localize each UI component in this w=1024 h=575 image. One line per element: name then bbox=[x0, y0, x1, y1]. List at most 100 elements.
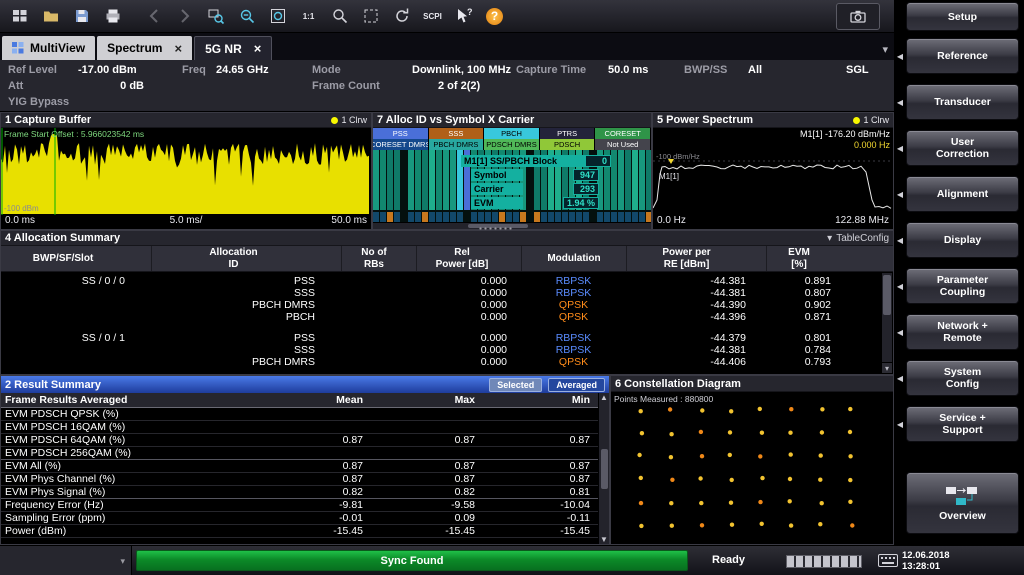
horizontal-scrollbar[interactable] bbox=[373, 222, 651, 229]
allocation-row[interactable]: PBCH DMRS0.000QPSK-44.3900.902 bbox=[1, 299, 893, 311]
softkey-network-remote[interactable]: Network +Remote bbox=[906, 314, 1019, 350]
alloc-id-panel[interactable]: 7 Alloc ID vs Symbol X Carrier PSSSSSPBC… bbox=[372, 112, 652, 230]
scroll-up-icon[interactable]: ▲ bbox=[600, 393, 608, 402]
vertical-scrollbar[interactable]: ▲ ▼ bbox=[598, 393, 609, 544]
power-spectrum-graph[interactable]: M1[1] -176.20 dBm/Hz 0.000 Hz -100 dBm/H… bbox=[653, 128, 893, 215]
cell: SSS bbox=[151, 287, 341, 299]
toolbar-separator bbox=[128, 3, 138, 29]
refresh-icon[interactable] bbox=[386, 3, 417, 29]
status-dropdown[interactable]: ▾ bbox=[0, 546, 132, 575]
constellation-panel[interactable]: 6 Constellation Diagram Points Measured … bbox=[610, 375, 894, 545]
scpi-recorder-icon[interactable]: SCPI bbox=[417, 3, 448, 29]
windows-icon[interactable] bbox=[4, 3, 35, 29]
zoom-out-icon[interactable] bbox=[231, 3, 262, 29]
column-header: AllocationID bbox=[151, 246, 341, 271]
result-row[interactable]: Power (dBm)-15.45-15.45-15.45 bbox=[1, 525, 600, 538]
result-row[interactable]: Sampling Error (ppm)-0.010.09-0.11 bbox=[1, 512, 600, 525]
legend-pbch: PBCH bbox=[484, 128, 540, 139]
allocation-summary-header[interactable]: 4 Allocation Summary ▾ TableConfig bbox=[1, 231, 893, 246]
softkey-reference[interactable]: Reference bbox=[906, 38, 1019, 74]
print-icon[interactable] bbox=[97, 3, 128, 29]
capture-buffer-graph[interactable]: Frame Start Offset : 5.966023542 ms -100… bbox=[1, 128, 371, 215]
carrier-label: Carrier bbox=[471, 183, 523, 195]
softkey-user-correction[interactable]: UserCorrection bbox=[906, 130, 1019, 166]
bwp-value[interactable]: All bbox=[748, 64, 762, 76]
result-max: 0.87 bbox=[369, 434, 481, 446]
softkey-parameter-coupling[interactable]: ParameterCoupling bbox=[906, 268, 1019, 304]
averaged-toggle[interactable]: Averaged bbox=[548, 378, 605, 392]
save-icon[interactable] bbox=[66, 3, 97, 29]
result-row[interactable]: EVM PDSCH 64QAM (%)0.870.870.87 bbox=[1, 434, 600, 447]
att-value[interactable]: 0 dB bbox=[78, 80, 144, 92]
constellation-graph[interactable]: Points Measured : 880800 bbox=[611, 392, 893, 544]
capture-buffer-header[interactable]: 1 Capture Buffer 1 Clrw bbox=[1, 113, 371, 128]
softkey-service-support[interactable]: Service +Support bbox=[906, 406, 1019, 442]
select-frame-icon[interactable] bbox=[355, 3, 386, 29]
allocation-row[interactable]: SS / 0 / 0PSS0.000RBPSK-44.3810.891 bbox=[1, 275, 893, 287]
result-summary-header[interactable]: 2 Result Summary Selected Averaged bbox=[1, 376, 609, 393]
scrollbar-thumb[interactable] bbox=[601, 449, 608, 489]
softkey-overview[interactable]: Overview bbox=[906, 472, 1019, 534]
power-spectrum-header[interactable]: 5 Power Spectrum 1 Clrw bbox=[653, 113, 893, 128]
keyboard-icon[interactable] bbox=[878, 554, 898, 567]
ref-level-value[interactable]: -17.00 dBm bbox=[78, 64, 137, 76]
allocation-summary-panel[interactable]: 4 Allocation Summary ▾ TableConfig BWP/S… bbox=[0, 230, 894, 375]
mode-value[interactable]: Downlink, 100 MHz bbox=[412, 64, 511, 76]
result-row[interactable]: EVM PDSCH QPSK (%) bbox=[1, 408, 600, 421]
allocation-row[interactable]: SSS0.000RBPSK-44.3810.807 bbox=[1, 287, 893, 299]
capture-buffer-panel[interactable]: 1 Capture Buffer 1 Clrw Frame Start Offs… bbox=[0, 112, 372, 230]
tab-5g-nr[interactable]: 5G NR × bbox=[194, 36, 272, 60]
result-max: -15.45 bbox=[369, 525, 481, 537]
freq-value[interactable]: 24.65 GHz bbox=[216, 64, 269, 76]
allocation-row[interactable]: SS / 0 / 1PSS0.000RBPSK-44.3790.801 bbox=[1, 332, 893, 344]
search-icon[interactable] bbox=[324, 3, 355, 29]
softkey-alignment[interactable]: Alignment bbox=[906, 176, 1019, 212]
tab-multiview[interactable]: MultiView bbox=[2, 36, 95, 60]
scrollbar-thumb[interactable] bbox=[883, 275, 891, 315]
scroll-down-icon[interactable]: ▼ bbox=[600, 535, 608, 544]
panel-title: 7 Alloc ID vs Symbol X Carrier bbox=[377, 114, 534, 126]
allocation-row[interactable]: SSS0.000RBPSK-44.3810.784 bbox=[1, 344, 893, 356]
zoom-window-icon[interactable] bbox=[262, 3, 293, 29]
alloc-id-header[interactable]: 7 Alloc ID vs Symbol X Carrier bbox=[373, 113, 651, 128]
result-row[interactable]: EVM Phys Channel (%)0.870.870.87 bbox=[1, 473, 600, 486]
allocation-row[interactable]: PBCH0.000QPSK-44.3960.871 bbox=[1, 311, 893, 323]
zoom-area-icon[interactable] bbox=[200, 3, 231, 29]
result-row[interactable]: EVM All (%)0.870.870.87 bbox=[1, 460, 600, 473]
constellation-header[interactable]: 6 Constellation Diagram bbox=[611, 376, 893, 392]
cell: 0.000 bbox=[416, 287, 521, 299]
vertical-scrollbar[interactable] bbox=[882, 273, 892, 362]
capture-time-value[interactable]: 50.0 ms bbox=[608, 64, 648, 76]
cell: -44.381 bbox=[626, 344, 766, 356]
softkey-setup[interactable]: Setup bbox=[906, 2, 1019, 31]
result-row[interactable]: EVM PDSCH 16QAM (%) bbox=[1, 421, 600, 434]
camera-icon[interactable] bbox=[836, 3, 880, 30]
selected-toggle[interactable]: Selected bbox=[489, 378, 542, 392]
alloc-id-graph[interactable]: M1[1] SS/PBCH Block 0 Symbol 947 Carrier… bbox=[373, 150, 651, 224]
cell: -44.406 bbox=[626, 356, 766, 368]
datetime-display[interactable]: 12.06.2018 13:28:01 bbox=[902, 550, 950, 572]
allocation-row[interactable]: PBCH DMRS0.000QPSK-44.4060.793 bbox=[1, 356, 893, 368]
tab-spectrum[interactable]: Spectrum × bbox=[97, 36, 192, 60]
result-summary-panel[interactable]: 2 Result Summary Selected Averaged Frame… bbox=[0, 375, 610, 545]
zoom-one-to-one-icon[interactable]: 1:1 bbox=[293, 3, 324, 29]
close-icon[interactable]: × bbox=[168, 41, 182, 56]
close-icon[interactable]: × bbox=[248, 41, 262, 56]
frame-count-value[interactable]: 2 of 2(2) bbox=[438, 80, 480, 92]
result-max: 0.09 bbox=[369, 512, 481, 524]
softkey-arrow-icon: ◀ bbox=[894, 236, 906, 245]
softkey-display[interactable]: Display bbox=[906, 222, 1019, 258]
tab-list-dropdown-icon[interactable]: ▾ bbox=[882, 43, 888, 56]
context-help-icon[interactable]: ? bbox=[448, 3, 479, 29]
softkey-system-config[interactable]: SystemConfig bbox=[906, 360, 1019, 396]
scroll-down-icon[interactable]: ▾ bbox=[882, 363, 892, 373]
result-row[interactable]: Frequency Error (Hz)-9.81-9.58-10.04 bbox=[1, 499, 600, 512]
softkey-transducer[interactable]: Transducer bbox=[906, 84, 1019, 120]
channel-settings-bar[interactable]: Ref Level -17.00 dBm Freq 24.65 GHz Mode… bbox=[0, 60, 894, 112]
open-folder-icon[interactable] bbox=[35, 3, 66, 29]
result-row[interactable]: EVM Phys Signal (%)0.820.820.81 bbox=[1, 486, 600, 499]
help-icon[interactable]: ? bbox=[479, 3, 510, 29]
result-row[interactable]: EVM PDSCH 256QAM (%) bbox=[1, 447, 600, 460]
table-config-button[interactable]: ▾ TableConfig bbox=[827, 233, 889, 244]
power-spectrum-panel[interactable]: 5 Power Spectrum 1 Clrw M1[1] -176.20 dB… bbox=[652, 112, 894, 230]
